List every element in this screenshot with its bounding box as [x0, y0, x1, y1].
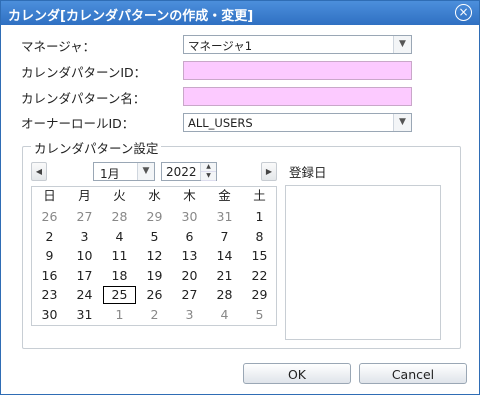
weekday-header: 火 [113, 188, 126, 203]
calendar-day[interactable]: 1 [103, 306, 136, 324]
calendar-day[interactable]: 29 [138, 208, 171, 226]
calendar-day[interactable]: 13 [173, 247, 206, 265]
calendar-day[interactable]: 2 [33, 228, 66, 246]
owner-role-value: ALL_USERS [188, 116, 253, 130]
year-spinner[interactable]: 2022 ▲ ▼ [161, 162, 217, 181]
registered-dates-label: 登録日 [289, 165, 327, 180]
calendar-day[interactable]: 12 [138, 247, 171, 265]
registered-dates-list[interactable] [285, 185, 441, 340]
chevron-down-icon[interactable]: ▼ [137, 163, 154, 180]
pattern-name-label: カレンダパターン名： [21, 91, 146, 106]
chevron-down-icon[interactable]: ▼ [393, 36, 411, 53]
year-value: 2022 [166, 165, 197, 179]
owner-role-select[interactable]: ALL_USERS ▼ [183, 113, 412, 132]
weekday-header: 木 [183, 188, 196, 203]
calendar-day[interactable]: 20 [173, 267, 206, 285]
prev-month-button[interactable]: ◀ [31, 162, 47, 181]
year-spin-buttons[interactable]: ▲ ▼ [200, 163, 216, 181]
calendar-day[interactable]: 24 [68, 286, 101, 304]
manager-label: マネージャ： [21, 39, 96, 54]
month-select[interactable]: 1月 ▼ [93, 162, 155, 181]
pattern-name-input[interactable] [183, 87, 412, 106]
calendar-day[interactable]: 2 [138, 306, 171, 324]
ok-button[interactable]: OK [243, 363, 351, 384]
calendar-day[interactable]: 5 [138, 228, 171, 246]
pattern-id-input[interactable] [183, 61, 412, 80]
chevron-down-icon[interactable]: ▼ [393, 114, 411, 131]
title-bar: カレンダ[カレンダパターンの作成・変更] × [1, 1, 479, 25]
calendar-day[interactable]: 4 [208, 306, 241, 324]
calendar-day[interactable]: 28 [208, 286, 241, 304]
calendar-day[interactable]: 30 [173, 208, 206, 226]
spin-up-icon[interactable]: ▲ [201, 163, 216, 172]
month-value: 1月 [100, 167, 120, 181]
calendar-day[interactable]: 3 [173, 306, 206, 324]
calendar-day[interactable]: 11 [103, 247, 136, 265]
window-title: カレンダ[カレンダパターンの作成・変更] [8, 9, 254, 24]
calendar-day[interactable]: 17 [68, 267, 101, 285]
next-month-button[interactable]: ▶ [261, 162, 277, 181]
owner-role-label: オーナーロールID： [21, 116, 135, 131]
weekday-header: 月 [78, 188, 91, 203]
calendar-day[interactable]: 1 [243, 208, 276, 226]
calendar-day[interactable]: 7 [208, 228, 241, 246]
calendar-day[interactable]: 5 [243, 306, 276, 324]
weekday-header: 水 [148, 188, 161, 203]
calendar-grid: 日月火水木金土 26 27 28 29 30 31 1 2 3 4 5 6 7 8 9 10 11 12 13 14 15… [31, 186, 277, 326]
calendar-day[interactable]: 18 [103, 267, 136, 285]
calendar-day[interactable]: 31 [208, 208, 241, 226]
calendar-day[interactable]: 4 [103, 228, 136, 246]
weekday-header: 土 [253, 188, 266, 203]
calendar-day[interactable]: 23 [33, 286, 66, 304]
manager-select[interactable]: マネージャ1 ▼ [183, 35, 412, 54]
calendar-pattern-dialog: カレンダ[カレンダパターンの作成・変更] × マネージャ： マネージャ1 ▼ カ… [0, 0, 480, 395]
calendar-day[interactable]: 26 [33, 208, 66, 226]
calendar-day[interactable]: 21 [208, 267, 241, 285]
calendar-day[interactable]: 16 [33, 267, 66, 285]
calendar-day[interactable]: 9 [33, 247, 66, 265]
cancel-button[interactable]: Cancel [359, 363, 467, 384]
calendar-day[interactable]: 22 [243, 267, 276, 285]
calendar-day[interactable]: 3 [68, 228, 101, 246]
calendar-day[interactable]: 29 [243, 286, 276, 304]
calendar-day-today[interactable]: 25 [103, 286, 136, 304]
calendar-day[interactable]: 8 [243, 228, 276, 246]
pattern-settings-legend: カレンダパターン設定 [31, 138, 162, 157]
calendar-day[interactable]: 10 [68, 247, 101, 265]
calendar-day[interactable]: 31 [68, 306, 101, 324]
weekday-header: 金 [218, 188, 231, 203]
spin-down-icon[interactable]: ▼ [201, 172, 216, 181]
calendar-day[interactable]: 28 [103, 208, 136, 226]
calendar-day[interactable]: 14 [208, 247, 241, 265]
calendar-day[interactable]: 27 [173, 286, 206, 304]
calendar-day[interactable]: 19 [138, 267, 171, 285]
weekday-header: 日 [43, 188, 56, 203]
calendar-day[interactable]: 15 [243, 247, 276, 265]
calendar-day[interactable]: 27 [68, 208, 101, 226]
pattern-id-label: カレンダパターンID： [21, 65, 147, 80]
manager-value: マネージャ1 [188, 39, 253, 53]
calendar-day[interactable]: 30 [33, 306, 66, 324]
calendar-day[interactable]: 6 [173, 228, 206, 246]
close-icon[interactable]: × [455, 4, 472, 21]
calendar-day[interactable]: 26 [138, 286, 171, 304]
